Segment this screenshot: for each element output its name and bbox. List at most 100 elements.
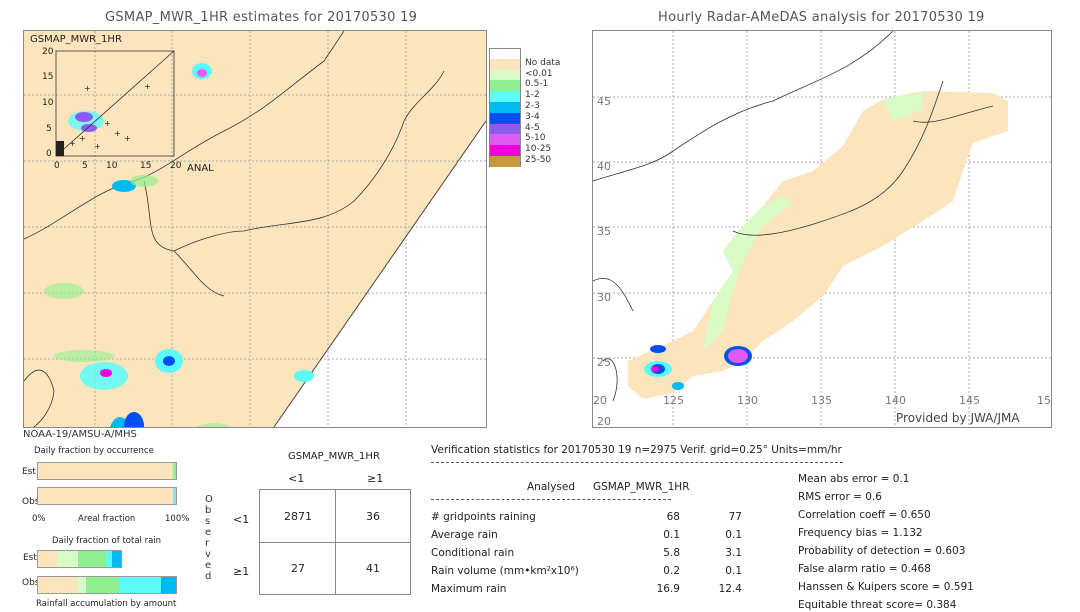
legend-label: 4-5 [525,122,540,133]
legend-label: No data [525,57,561,68]
lat-25: 25 [597,356,611,369]
legend-label: <0.01 [525,68,553,79]
lon-150: 15 [1037,394,1051,407]
y-tick-15: 15 [42,72,54,82]
rain-fraction-segment [57,551,78,567]
lon-120: 20 [593,394,607,407]
rain-fraction-segment [112,551,121,567]
legend-label: 25-50 [525,155,552,165]
svg-text:+: + [84,84,91,93]
legend-swatch [489,102,521,113]
sensor-label: NOAA-19/AMSU-A/MHS [23,429,137,440]
rain-fraction-segment [86,577,120,593]
occ-axis-left: 0% [32,514,46,524]
x-tick-10: 10 [106,161,118,171]
rain-fraction-segment [78,551,106,567]
stat-analysed: 0.1 [663,529,680,541]
occ-est-rain [173,463,176,479]
credit-label: Provided by JWA/JMA [896,411,1020,425]
legend-swatch [489,112,521,124]
occ-axis-right: 100% [165,514,190,524]
color-legend: No data <0.01 0.5-1 1-2 2-3 3-4 4-5 5-10 10-25 25… [489,48,569,228]
right-map-title: Hourly Radar-AMeDAS analysis for 2017053… [658,10,985,25]
radar-coverage [628,91,1008,399]
svg-text:+: + [69,139,76,148]
stats-divider-1 [431,462,843,463]
y-tick-5: 5 [46,124,52,134]
stat-gsmap: 12.4 [718,583,742,595]
rain-fraction-segment [160,577,176,593]
lon-140: 140 [885,394,906,407]
row-label-ge1: ≥1 [233,565,250,578]
radar-map-svg [593,31,1051,427]
contingency-table: 2871 36 27 41 [259,489,411,595]
total-rain-title: Daily fraction of total rain [52,536,162,546]
legend-label: 0.5-1 [525,79,549,90]
occ-est-label: Est [22,467,36,477]
svg-text:+: + [79,134,86,143]
svg-text:+: + [114,129,121,138]
y-tick-0: 0 [46,149,52,159]
score-item: Mean abs error = 0.1 [798,473,910,485]
score-item: Probability of detection = 0.603 [798,545,966,557]
svg-text:+: + [104,119,111,128]
stat-analysed: 0.2 [663,565,680,577]
radar-map: 45 40 35 30 25 20 20 125 130 135 140 145… [592,30,1052,428]
svg-text:+: + [124,134,131,143]
score-item: Correlation coeff = 0.650 [798,509,931,521]
occ-axis-mid: Areal fraction [78,514,136,524]
row-label-lt1: <1 [233,513,250,526]
x-tick-5: 5 [82,161,88,171]
stat-analysed: 16.9 [656,583,680,595]
rain-fraction-segment [38,551,58,567]
legend-swatch [489,80,521,92]
legend-swatch [489,58,521,70]
score-item: False alarm ratio = 0.468 [798,563,931,575]
stat-gsmap: 0.1 [725,529,742,541]
stats-header: Verification statistics for 20170530 19 … [431,444,842,456]
y-tick-20: 20 [42,47,54,57]
svg-text:+: + [144,82,151,91]
rain-fraction-segment [76,577,87,593]
col-label-lt1: <1 [288,472,305,485]
cell-false-alarm: 36 [366,510,380,523]
col-gsmap: GSMAP_MWR_1HR [593,481,690,493]
stat-analysed: 5.8 [663,547,680,559]
gsmap-map: GSMAP_MWR_1HR + + + + + + + + 20 15 10 5 0 0… [23,30,487,428]
stat-label: Conditional rain [431,547,515,559]
observed-label: Observed [205,494,213,582]
rain-fraction-segment [105,551,113,567]
col-label-ge1: ≥1 [367,472,384,485]
rain-fraction-segment [119,577,161,593]
col-analysed: Analysed [527,481,575,493]
scatter-inset: GSMAP_MWR_1HR + + + + + + + + 20 15 10 5 0 0… [24,31,214,174]
score-item: Frequency bias = 1.132 [798,527,923,539]
x-tick-20: 20 [170,161,182,171]
table-hdivider [260,542,410,543]
score-item: Equitable threat score= 0.384 [798,599,957,611]
occurrence-title: Daily fraction by occurrence [34,446,154,456]
cell-hit: 41 [366,562,380,575]
stat-label: Rain volume (mm•km²x10⁶) [431,565,579,577]
legend-label: 2-3 [525,101,540,111]
legend-swatch [489,123,521,135]
legend-swatch [489,145,521,156]
stat-gsmap: 77 [728,511,742,523]
inset-x-label: ANAL [187,163,214,174]
legend-swatch [489,156,521,167]
occ-est-bar [37,462,177,480]
y-tick-10: 10 [42,98,54,108]
score-item: Hanssen & Kuipers score = 0.591 [798,581,974,593]
stats-divider-2 [431,499,671,500]
x-tick-0: 0 [54,161,60,171]
tr-est-bar [37,550,122,568]
scatter-points: ++ ++ + + ++ [56,82,151,156]
tr-obs-bar [37,576,177,594]
stat-label: # gridpoints raining [431,511,536,523]
score-item: RMS error = 0.6 [798,491,882,503]
svg-text:+: + [94,142,101,151]
legend-swatch [489,134,521,146]
lon-130: 130 [737,394,758,407]
lon-145: 145 [959,394,980,407]
stat-gsmap: 0.1 [725,565,742,577]
